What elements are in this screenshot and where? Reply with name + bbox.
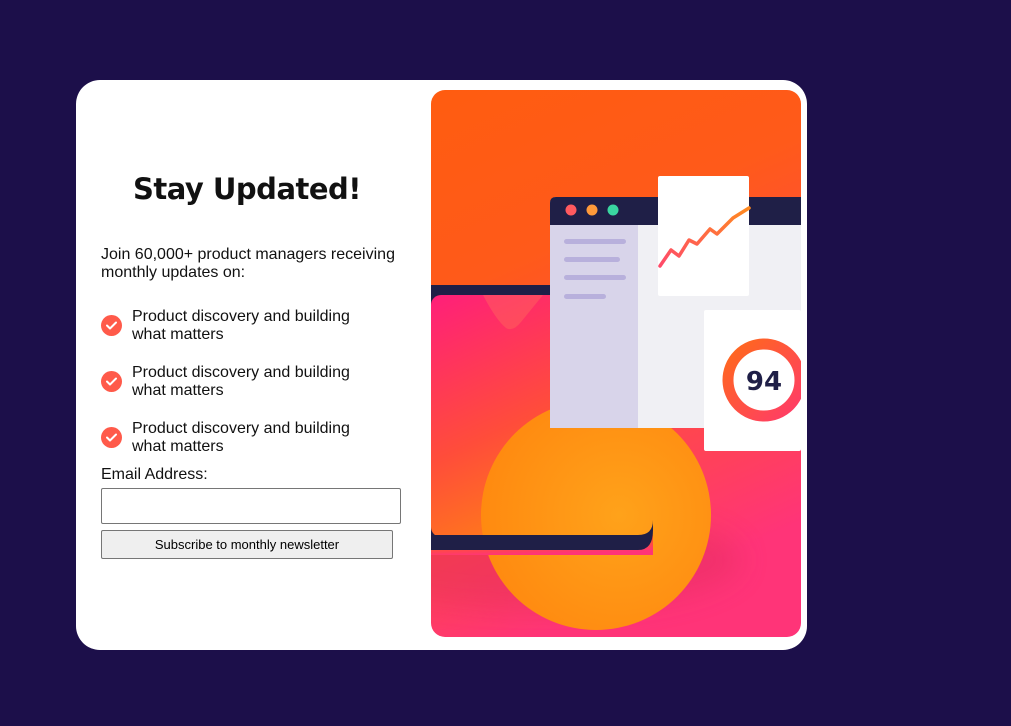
list-item: Product discovery and building what matt… bbox=[101, 364, 401, 420]
check-icon bbox=[101, 427, 122, 448]
feature-text: Product discovery and building what matt… bbox=[132, 364, 350, 399]
page-title: Stay Updated! bbox=[132, 172, 362, 206]
score-value: 94 bbox=[746, 367, 782, 397]
feature-text: Product discovery and building what matt… bbox=[132, 420, 350, 455]
feature-text: Product discovery and building what matt… bbox=[132, 308, 350, 343]
intro-text: Join 60,000+ product managers receiving … bbox=[101, 246, 395, 281]
list-item: Product discovery and building what matt… bbox=[101, 308, 401, 364]
email-field[interactable] bbox=[101, 488, 401, 524]
dashboard-illustration: 94 bbox=[431, 90, 801, 637]
check-icon bbox=[101, 371, 122, 392]
hero-illustration: 94 bbox=[431, 90, 801, 637]
email-label: Email Address: bbox=[101, 466, 208, 483]
feature-list: Product discovery and building what matt… bbox=[101, 308, 401, 476]
subscribe-button[interactable]: Subscribe to monthly newsletter bbox=[101, 530, 393, 559]
check-icon bbox=[101, 315, 122, 336]
signup-card: Stay Updated! Join 60,000+ product manag… bbox=[76, 80, 807, 650]
